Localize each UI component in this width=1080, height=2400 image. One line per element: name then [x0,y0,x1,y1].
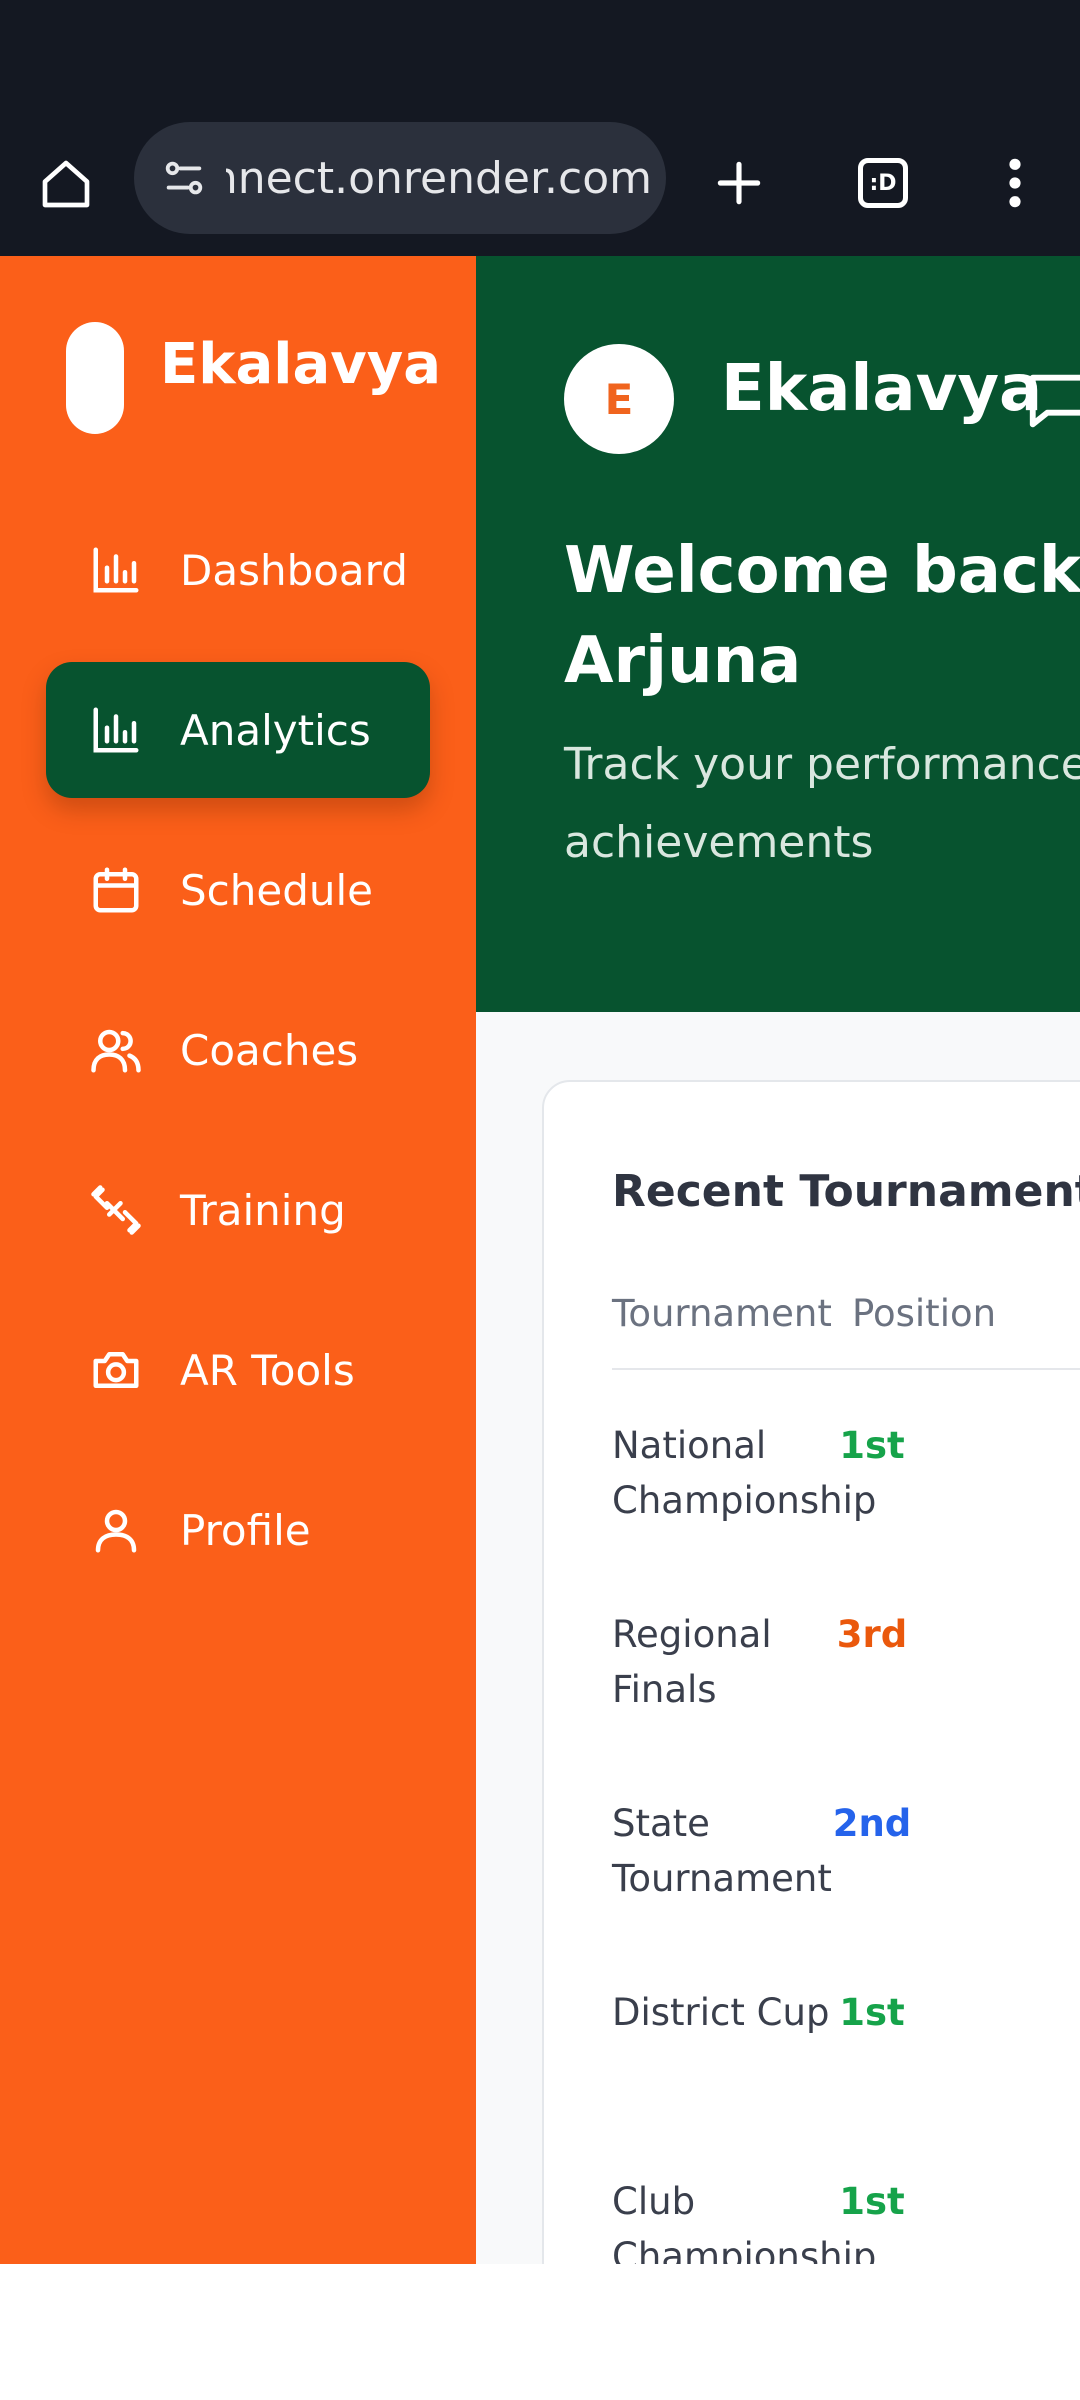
sidebar-item-label: Schedule [180,865,373,915]
column-header-tournament: Tournament [612,1292,832,1335]
new-tab-icon[interactable] [702,146,776,220]
position-value: 1st [839,1424,905,1467]
table-row: National Championship 1st [612,1418,1080,1568]
browser-toolbar: connect.onrender.com :D [0,110,1080,256]
sidebar-item-coaches[interactable]: Coaches [46,982,430,1118]
status-bar [0,0,1080,110]
header-brand-name: Ekalavya [721,352,1043,426]
sidebar-item-schedule[interactable]: Schedule [46,822,430,958]
user-icon [88,1502,144,1558]
url-text: connect.onrender.com [226,152,652,204]
app: Ekalavya Dashboard Analytics Schedule Co… [0,256,1080,2264]
header-divider [612,1368,1080,1370]
site-settings-icon[interactable] [154,148,214,208]
more-menu-icon[interactable] [978,146,1052,220]
sidebar: Ekalavya Dashboard Analytics Schedule Co… [0,256,476,2264]
sidebar-item-label: AR Tools [180,1345,355,1395]
sidebar-item-label: Dashboard [180,545,408,595]
sidebar-item-ar-tools[interactable]: AR Tools [46,1302,430,1438]
tab-count: :D [858,158,908,208]
home-icon[interactable] [30,148,102,220]
sidebar-item-dashboard[interactable]: Dashboard [46,502,430,638]
table-row: State Tournament 2nd [612,1796,1080,1946]
sidebar-item-label: Coaches [180,1025,359,1075]
position-value: 3rd [836,1613,908,1656]
position-value: 1st [839,1991,905,2034]
welcome-heading: Welcome back, Arjuna [564,534,1080,698]
main-content: E Ekalavya Welcome back, Arjuna Track yo… [476,256,1080,2264]
camera-icon [88,1342,144,1398]
column-header-position: Position [852,1292,997,1335]
table-row: Club Championship 1st [612,2174,1080,2264]
welcome-subtitle: Track your performance achievements [564,739,1080,868]
position-value: 1st [839,2180,905,2223]
sidebar-item-label: Profile [180,1505,311,1555]
address-bar[interactable]: connect.onrender.com [134,122,666,234]
card-title: Recent Tournament Res [612,1166,1080,1217]
brand-logo [66,322,124,434]
bar-chart-icon [88,702,144,758]
bar-chart-icon [88,542,144,598]
avatar[interactable]: E [564,344,674,454]
bottom-blank-area [0,2264,1080,2400]
sidebar-item-label: Analytics [180,705,371,755]
sidebar-item-training[interactable]: Training [46,1142,430,1278]
users-icon [88,1022,144,1078]
sidebar-item-profile[interactable]: Profile [46,1462,430,1598]
calendar-icon [88,862,144,918]
tab-switcher-button[interactable]: :D [846,146,920,220]
position-value: 2nd [832,1802,912,1845]
brand-name: Ekalavya [160,332,442,397]
welcome-banner: E Ekalavya Welcome back, Arjuna Track yo… [476,256,1080,1012]
table-row: District Cup 1st [612,1985,1080,2135]
sidebar-item-label: Training [180,1185,346,1235]
tournament-results-card: Recent Tournament Res Tournament Positio… [542,1080,1080,2264]
dumbbell-icon [88,1182,144,1238]
chat-icon[interactable] [1024,366,1080,436]
sidebar-item-analytics[interactable]: Analytics [46,662,430,798]
table-row: Regional Finals 3rd [612,1607,1080,1757]
